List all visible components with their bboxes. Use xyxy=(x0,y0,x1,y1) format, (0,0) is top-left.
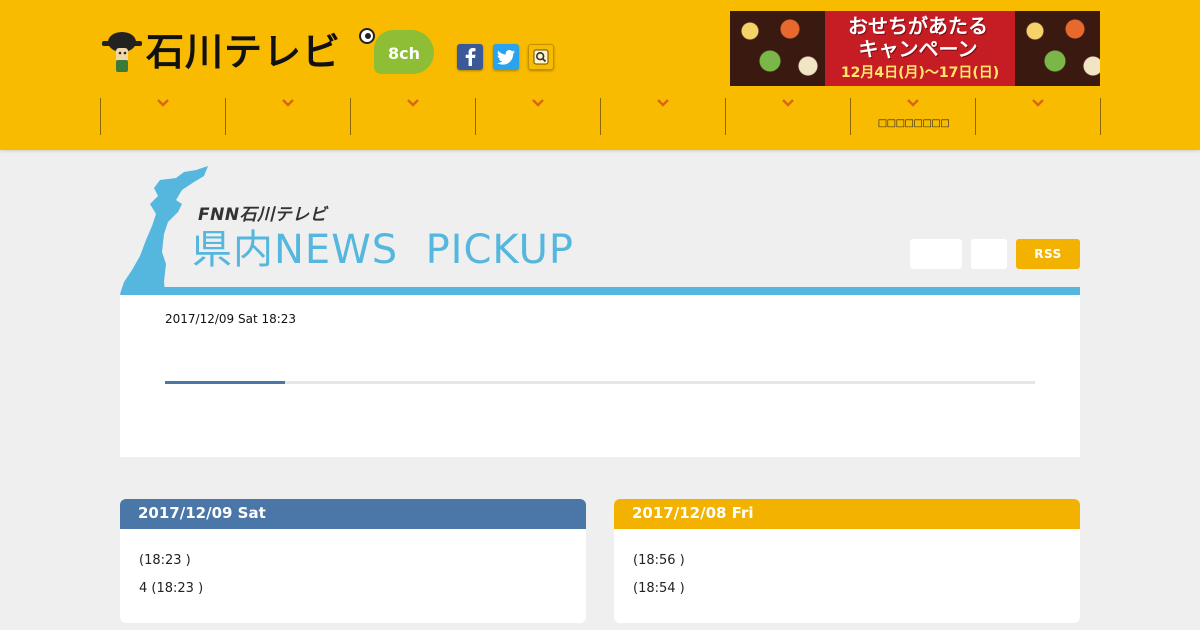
banner-subheadline: キャンペーン xyxy=(858,37,978,61)
twitter-icon xyxy=(497,49,515,65)
channel-badge: 8ch xyxy=(374,30,434,74)
nav-item-3[interactable] xyxy=(351,98,476,135)
news-list-item[interactable]: (18:54 ) xyxy=(633,581,685,596)
chevron-down-icon xyxy=(532,99,544,107)
nav-item-5[interactable] xyxy=(601,98,726,135)
nav-item-6[interactable] xyxy=(726,98,851,135)
campaign-banner[interactable]: おせちがあたる キャンペーン 12月4日(月)〜17日(日) xyxy=(730,11,1100,86)
chevron-down-icon xyxy=(907,99,919,107)
news-list-item[interactable]: (18:23 ) xyxy=(139,553,191,568)
news-list-item[interactable]: (18:56 ) xyxy=(633,553,685,568)
slide-progress-track[interactable] xyxy=(165,381,1035,384)
channel-number: 8ch xyxy=(387,44,420,63)
banner-osechi-image-right xyxy=(1015,11,1100,86)
banner-osechi-image-left xyxy=(730,11,825,86)
section-divider xyxy=(162,287,1080,295)
news-pickup-panel: 2017/12/09 Sat 18:23 xyxy=(120,295,1080,457)
twitter-button[interactable] xyxy=(493,44,519,70)
chevron-down-icon xyxy=(657,99,669,107)
chevron-down-icon xyxy=(157,99,169,107)
facebook-button[interactable] xyxy=(457,44,483,70)
mascot-icon xyxy=(102,32,142,72)
pickup-option-button-2[interactable] xyxy=(971,239,1007,269)
nav-label: □□□□□□□□ xyxy=(877,118,950,129)
day-card-date: 2017/12/09 Sat xyxy=(120,499,586,529)
section-title: 県内NEWS PICKUP xyxy=(192,227,574,273)
search-icon xyxy=(533,49,549,65)
nav-item-1[interactable] xyxy=(101,98,226,135)
day-card: 2017/12/09 Sat (18:23 ) 4 (18:23 ) xyxy=(120,499,586,623)
day-card-date: 2017/12/08 Fri xyxy=(614,499,1080,529)
news-pickup-header: FNN石川テレビ 県内NEWS PICKUP RSS xyxy=(120,160,1080,310)
site-header: 石川テレビ 8ch おせちがあたる キャンペーン 12月4日(月)〜17日(日) xyxy=(0,0,1200,150)
site-logo[interactable]: 石川テレビ 8ch xyxy=(100,26,440,78)
chevron-down-icon xyxy=(407,99,419,107)
nav-item-8[interactable] xyxy=(976,98,1101,135)
slide-progress-fill xyxy=(165,381,286,384)
fnn-brand-label: FNN石川テレビ xyxy=(198,205,328,225)
day-card: 2017/12/08 Fri (18:56 ) (18:54 ) xyxy=(614,499,1080,623)
logo-wordmark: 石川テレビ xyxy=(146,30,342,74)
chevron-down-icon xyxy=(1032,99,1044,107)
nav-item-4[interactable] xyxy=(476,98,601,135)
main-nav: □□□□□□□□ xyxy=(100,98,1101,135)
pickup-option-button-1[interactable] xyxy=(910,239,962,269)
chevron-down-icon xyxy=(782,99,794,107)
banner-period: 12月4日(月)〜17日(日) xyxy=(840,65,1000,81)
search-button[interactable] xyxy=(528,44,554,70)
rss-button[interactable]: RSS xyxy=(1016,239,1080,269)
pickup-timestamp: 2017/12/09 Sat 18:23 xyxy=(165,312,297,326)
nav-item-7[interactable]: □□□□□□□□ xyxy=(851,98,976,135)
facebook-icon xyxy=(465,48,476,66)
news-list-item[interactable]: 4 (18:23 ) xyxy=(139,581,203,596)
nav-item-2[interactable] xyxy=(226,98,351,135)
chevron-down-icon xyxy=(282,99,294,107)
banner-headline: おせちがあたる xyxy=(848,14,988,38)
